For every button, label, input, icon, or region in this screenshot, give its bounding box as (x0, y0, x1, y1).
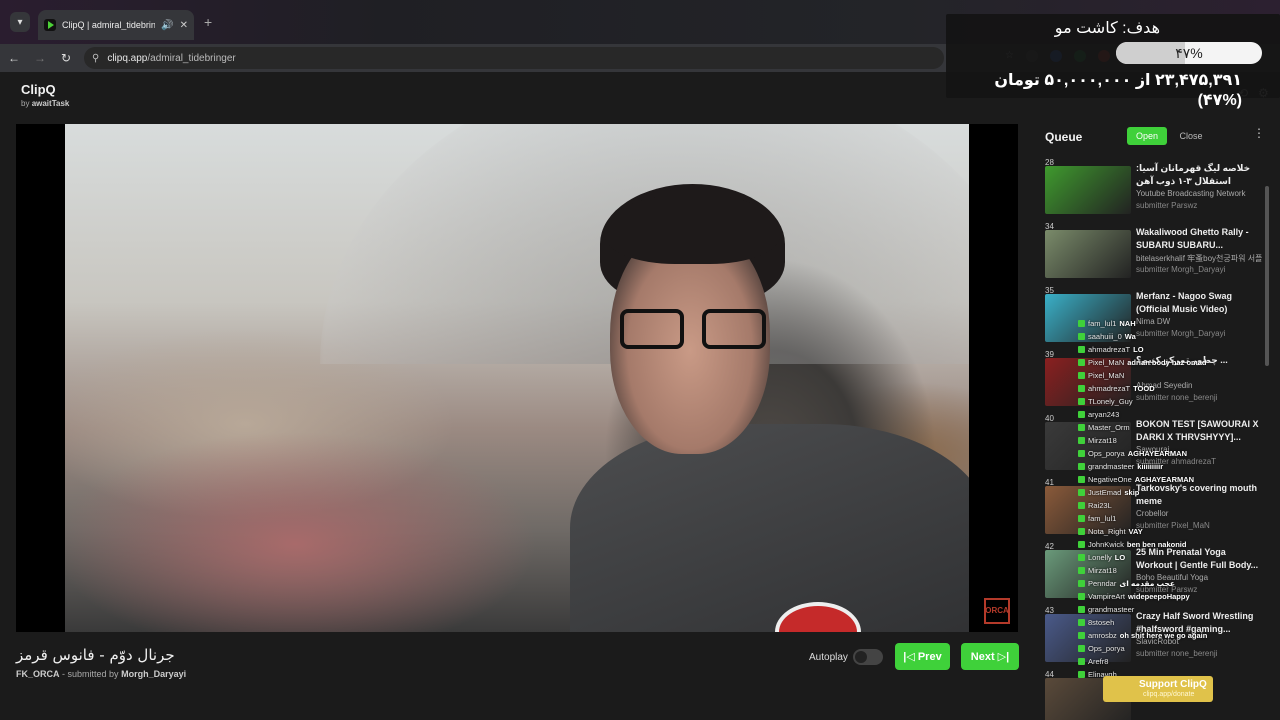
queue-item[interactable]: 41 Tarkovsky's covering mouth meme Crobell… (1045, 478, 1263, 540)
queue-item-thumbnail[interactable] (1045, 422, 1131, 470)
queue-item-channel: Youtube Broadcasting Network (1136, 189, 1246, 198)
queue-item-thumbnail[interactable] (1045, 486, 1131, 534)
autoplay-toggle[interactable] (853, 649, 883, 665)
site-info-icon[interactable]: ⚲ (92, 53, 99, 64)
queue-item-thumbnail[interactable] (1045, 550, 1131, 598)
back-icon[interactable]: ← (2, 51, 26, 65)
queue-item[interactable]: 28 خلاصه لیگ قهرمانان آسیا: استقلال ۳-۱ ذ… (1045, 158, 1263, 220)
goal-percent: ۴۷% (1175, 45, 1203, 61)
queue-item[interactable]: 35 Merfanz - Nagoo Swag (Official Music V… (1045, 286, 1263, 348)
queue-item[interactable]: 39 چطور تمرکز کنیم؟ ... Ahmad Seyedin submi… (1045, 350, 1263, 412)
tab-title: ClipQ | admiral_tidebringer (62, 20, 156, 30)
video-person-hair-top (605, 194, 780, 264)
goal-amount: ۲۳,۴۷۵,۳۹۱ از ۵۰,۰۰۰,۰۰۰ تومان (%۴۷) (994, 72, 1242, 109)
queue-scrollbar[interactable] (1265, 186, 1269, 366)
queue-open-button[interactable]: Open (1127, 127, 1167, 145)
address-bar[interactable]: ⚲ clipq.app/admiral_tidebringer (84, 47, 944, 69)
skip-back-icon: |◁ (903, 651, 915, 663)
video-person-jacket (570, 424, 969, 632)
video-frame[interactable] (65, 124, 969, 632)
queue-item-title[interactable]: چطور تمرکز کنیم؟ ... (1136, 354, 1262, 367)
queue-item[interactable]: 40 BOKON TEST [SAWOURAI X DARKI X THRVSHY… (1045, 414, 1263, 476)
queue-item-title[interactable]: 25 Min Prenatal Yoga Workout | Gentle Fu… (1136, 546, 1262, 572)
queue-item-channel: Boho Beautiful Yoga (1136, 573, 1209, 582)
video-person-glasses (620, 309, 770, 349)
brand-logo[interactable]: ClipQ (21, 82, 56, 97)
next-button[interactable]: Next ▷| (961, 643, 1019, 670)
queue-item-channel: SlavicRobot (1136, 637, 1179, 646)
goal-progress-bar: ۴۷% (1116, 42, 1262, 64)
queue-item[interactable]: 43 Crazy Half Sword Wrestling #halfsword … (1045, 606, 1263, 668)
queue-item-title[interactable]: Tarkovsky's covering mouth meme (1136, 482, 1262, 508)
queue-item-channel: Sawourai (1136, 445, 1170, 454)
submitted-by-label: - submitted by (62, 669, 119, 679)
clipq-favicon-icon (44, 19, 56, 31)
queue-item-thumbnail[interactable] (1045, 294, 1131, 342)
queue-item-channel: Ahmad Seyedin (1136, 381, 1193, 390)
video-player[interactable]: ORCA (16, 124, 1018, 632)
support-title: Support ClipQ (1139, 679, 1207, 690)
queue-item-thumbnail[interactable] (1045, 230, 1131, 278)
queue-panel: Queue Open Close ⋮ 28 خلاصه لیگ قهرمانان … (1035, 116, 1280, 720)
clip-title: جرنال دوّم - فانوس قرمز (16, 646, 175, 664)
support-url: clipq.app/donate (1143, 691, 1195, 698)
queue-item-title[interactable]: خلاصه لیگ قهرمانان آسیا: استقلال ۳-۱ ذوب… (1136, 162, 1262, 188)
queue-item-title[interactable]: Wakaliwood Ghetto Rally - SUBARU SUBARU.… (1136, 226, 1262, 252)
brand-byline: by awaitTask (21, 99, 70, 108)
queue-item[interactable]: 42 25 Min Prenatal Yoga Workout | Gentle … (1045, 542, 1263, 604)
tab-list-button[interactable]: ▾ (10, 12, 30, 32)
prev-button[interactable]: |◁ Prev (895, 643, 950, 670)
queue-item[interactable]: 34 Wakaliwood Ghetto Rally - SUBARU SUBAR… (1045, 222, 1263, 284)
clip-channel[interactable]: FK_ORCA (16, 669, 60, 679)
next-label: Next (970, 650, 995, 663)
queue-title: Queue (1045, 130, 1083, 144)
support-button[interactable]: Support ClipQ clipq.app/donate (1103, 676, 1213, 702)
browser-tab[interactable]: ClipQ | admiral_tidebringer 🔊 ✕ (38, 10, 194, 40)
queue-item-submitter: submitter ahmadrezaT (1136, 457, 1217, 466)
queue-item-channel: Crobellor (1136, 509, 1169, 518)
queue-item-submitter: submitter Pixel_MaN (1136, 521, 1210, 530)
queue-item-thumbnail[interactable] (1045, 166, 1131, 214)
prev-label: Prev (917, 650, 942, 663)
donation-goal-overlay: هدف: کاشت مو ۴۷% ۲۳,۴۷۵,۳۹۱ از ۵۰,۰۰۰,۰۰… (946, 14, 1280, 109)
reload-icon[interactable]: ↻ (54, 51, 78, 65)
queue-item-submitter: submitter Morgh_Daryayi (1136, 265, 1226, 274)
close-icon[interactable]: ✕ (180, 20, 188, 31)
goal-title: هدف: کاشت مو (1054, 20, 1160, 37)
queue-item-thumbnail[interactable] (1045, 358, 1131, 406)
queue-item-title[interactable]: Crazy Half Sword Wrestling #halfsword #g… (1136, 610, 1262, 636)
orca-watermark: ORCA (984, 598, 1010, 624)
new-tab-button[interactable]: + (204, 14, 212, 30)
queue-item-submitter: submitter none_berenji (1136, 649, 1218, 658)
queue-item-thumbnail[interactable] (1045, 614, 1131, 662)
queue-item-channel: bitelaserkhalif 牢蚤boy천궁파워 서플라이 (1136, 254, 1262, 263)
speaker-icon[interactable]: 🔊 (161, 20, 173, 31)
queue-item-submitter: submitter Parswz (1136, 585, 1198, 594)
url-host: clipq.app (107, 52, 148, 64)
clip-submitter[interactable]: Morgh_Daryayi (121, 669, 186, 679)
skip-forward-icon: ▷| (997, 651, 1010, 663)
queue-item-submitter: submitter Morgh_Daryayi (1136, 329, 1226, 338)
forward-icon[interactable]: → (28, 51, 52, 65)
more-options-icon[interactable]: ⋮ (1253, 126, 1265, 140)
queue-close-button[interactable]: Close (1175, 127, 1207, 145)
queue-item-submitter: submitter Parswz (1136, 201, 1198, 210)
queue-item-submitter: submitter none_berenji (1136, 393, 1218, 402)
queue-item-title[interactable]: Merfanz - Nagoo Swag (Official Music Vid… (1136, 290, 1262, 316)
clip-meta: FK_ORCA - submitted by Morgh_Daryayi (16, 669, 186, 679)
queue-item-title[interactable]: BOKON TEST [SAWOURAI X DARKI X THRVSHYYY… (1136, 418, 1262, 444)
autoplay-label: Autoplay (809, 652, 848, 663)
queue-item-channel: Nima DW (1136, 317, 1171, 326)
url-path: /admiral_tidebringer (147, 52, 236, 64)
